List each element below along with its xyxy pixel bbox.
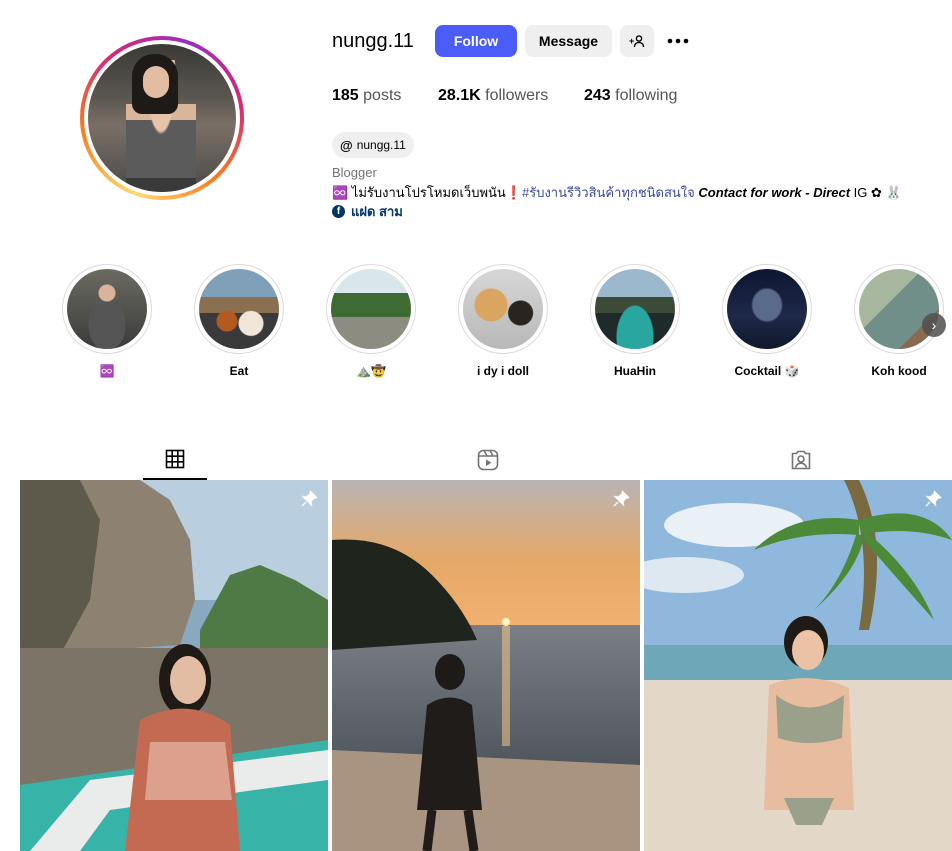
followers-count: 28.1K: [438, 87, 481, 104]
grid-icon: [165, 449, 185, 469]
bio-contact: Contact for work - Direct: [694, 185, 851, 200]
profile-bio: ♾️ ไม่รับงานโปรโหมดเว็บพนัน❗#รับงานรีวิว…: [332, 182, 902, 203]
stat-posts: 185 posts: [332, 87, 401, 105]
post-tile[interactable]: [20, 480, 328, 851]
svg-text:+: +: [629, 36, 634, 46]
avatar-photo: [88, 44, 236, 192]
highlight-thumbnail: [67, 269, 147, 349]
pin-icon: [613, 490, 630, 507]
highlight-item[interactable]: HuaHin: [590, 264, 680, 378]
facebook-icon: f: [332, 205, 345, 218]
profile-link-text: แฝด สาม: [351, 204, 403, 219]
bio-suffix: IG ✿ 🐰: [850, 185, 902, 200]
tab-tagged[interactable]: [769, 440, 833, 480]
more-options-button[interactable]: [662, 25, 694, 57]
highlight-label: ⛰️🤠: [356, 364, 386, 378]
highlight-ring: [590, 264, 680, 354]
stat-following[interactable]: 243 following: [584, 87, 677, 105]
profile-category: Blogger: [332, 165, 377, 180]
profile-tabs: [20, 440, 952, 480]
highlight-label: i dy i doll: [476, 364, 529, 378]
highlight-ring: [722, 264, 812, 354]
highlight-label: Eat: [229, 364, 249, 378]
pin-icon: [301, 490, 318, 507]
stat-followers[interactable]: 28.1K followers: [438, 87, 548, 105]
highlight-ring: [458, 264, 548, 354]
pin-icon: [925, 490, 942, 507]
post-tile[interactable]: [644, 480, 952, 851]
threads-handle: nungg.11: [356, 138, 406, 152]
more-icon: [667, 38, 689, 44]
threads-icon: @: [340, 137, 353, 153]
posts-count: 185: [332, 87, 359, 104]
tagged-icon: [791, 450, 811, 470]
avatar-inner: [84, 40, 240, 196]
highlight-ring: [194, 264, 284, 354]
highlight-label: HuaHin: [614, 364, 656, 378]
following-label: following: [615, 87, 678, 104]
highlight-label: ♾️: [99, 364, 115, 378]
highlight-thumbnail: [727, 269, 807, 349]
highlight-item[interactable]: Cocktail 🎲: [722, 264, 812, 378]
threads-link[interactable]: @ nungg.11: [332, 132, 414, 158]
highlight-item[interactable]: ♾️: [62, 264, 152, 378]
highlight-thumbnail: [463, 269, 543, 349]
followers-label: followers: [485, 87, 549, 104]
profile-link[interactable]: f แฝด สาม: [332, 201, 403, 222]
following-count: 243: [584, 87, 611, 104]
posts-label: posts: [363, 87, 402, 104]
post-photo: [644, 480, 952, 851]
tab-reels[interactable]: [456, 440, 520, 480]
highlight-thumbnail: [331, 269, 411, 349]
follow-button[interactable]: Follow: [435, 25, 517, 57]
post-photo: [20, 480, 328, 851]
highlight-label: Koh kood: [871, 364, 927, 378]
post-photo: [332, 480, 640, 851]
add-user-icon: +: [629, 35, 645, 48]
highlight-label: Cocktail 🎲: [734, 364, 800, 378]
bio-text: ♾️ ไม่รับงานโปรโหมดเว็บพนัน❗: [332, 185, 522, 200]
highlights-next-button[interactable]: ›: [922, 313, 946, 337]
highlight-thumbnail: [595, 269, 675, 349]
highlight-thumbnail: [859, 269, 939, 349]
post-tile[interactable]: [332, 480, 640, 851]
highlight-item[interactable]: ⛰️🤠: [326, 264, 416, 378]
highlight-item[interactable]: Eat: [194, 264, 284, 378]
avatar-face: [143, 66, 169, 98]
highlight-thumbnail: [199, 269, 279, 349]
profile-username: nungg.11: [332, 30, 414, 52]
highlight-ring: [854, 264, 944, 354]
highlight-ring: [326, 264, 416, 354]
tab-posts[interactable]: [143, 440, 207, 480]
profile-avatar[interactable]: [80, 36, 244, 200]
bio-hashtag[interactable]: #รับงานรีวิวสินค้าทุกชนิดสนใจ: [522, 185, 695, 200]
highlight-ring: [62, 264, 152, 354]
suggest-user-button[interactable]: +: [620, 25, 654, 57]
highlight-item[interactable]: i dy i doll: [458, 264, 548, 378]
message-button[interactable]: Message: [525, 25, 612, 57]
reels-icon: [477, 449, 499, 471]
